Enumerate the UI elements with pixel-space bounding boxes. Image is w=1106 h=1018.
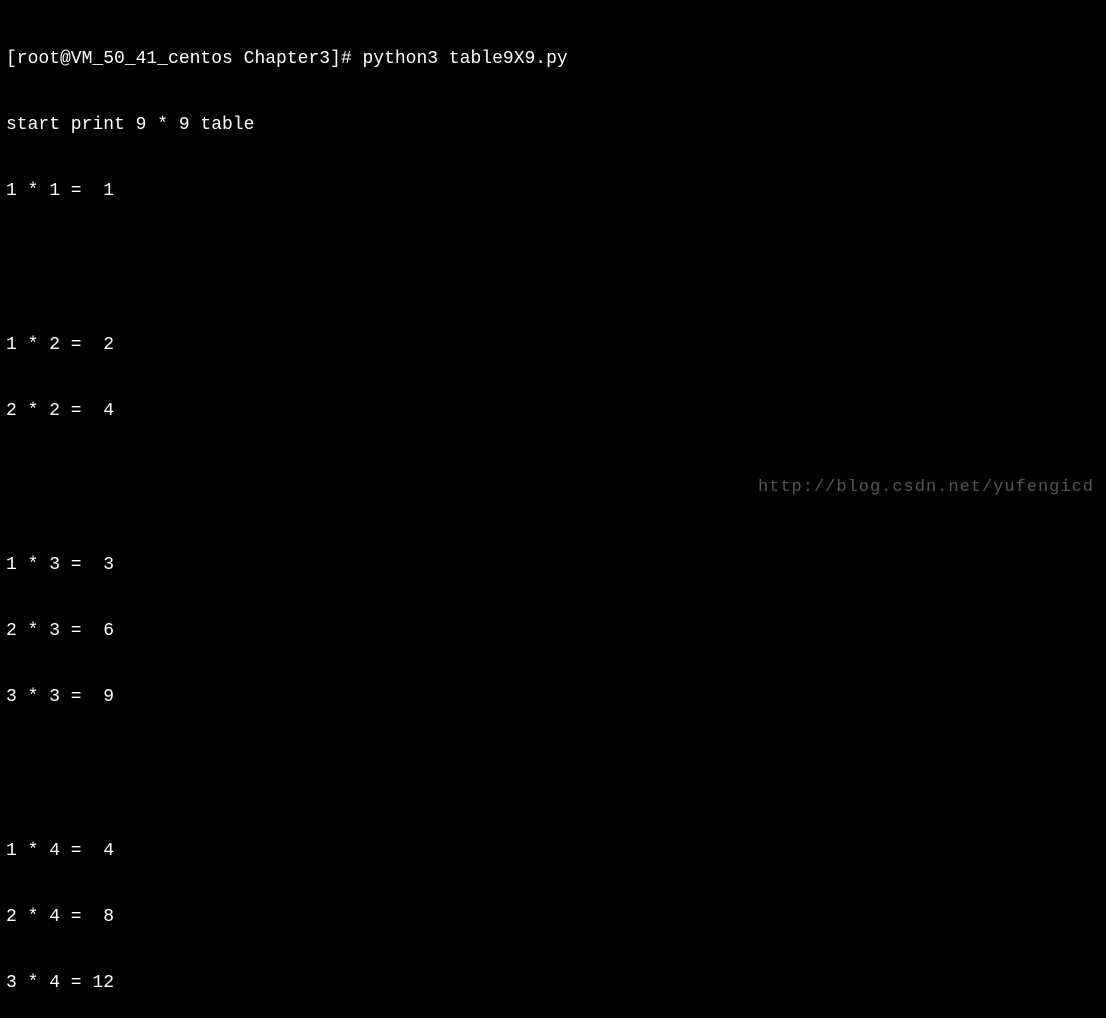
shell-command: python3 table9X9.py bbox=[362, 48, 567, 70]
terminal[interactable]: [root@VM_50_41_centos Chapter3]# python3… bbox=[6, 4, 1100, 1018]
terminal-output-line: 2 * 2 = 4 bbox=[6, 400, 1100, 422]
terminal-output-line: 1 * 2 = 2 bbox=[6, 334, 1100, 356]
shell-prompt: [root@VM_50_41_centos Chapter3]# bbox=[6, 48, 362, 70]
terminal-output-line: 2 * 4 = 8 bbox=[6, 906, 1100, 928]
terminal-output-line: 1 * 1 = 1 bbox=[6, 180, 1100, 202]
prompt-line: [root@VM_50_41_centos Chapter3]# python3… bbox=[6, 48, 1100, 70]
terminal-output-line: 1 * 3 = 3 bbox=[6, 554, 1100, 576]
terminal-output-line: 3 * 4 = 12 bbox=[6, 972, 1100, 994]
terminal-output-line: 1 * 4 = 4 bbox=[6, 840, 1100, 862]
terminal-output-line: 3 * 3 = 9 bbox=[6, 686, 1100, 708]
terminal-output-line: 2 * 3 = 6 bbox=[6, 620, 1100, 642]
terminal-output-line: start print 9 * 9 table bbox=[6, 114, 1100, 136]
watermark-text: http://blog.csdn.net/yufengicd bbox=[758, 477, 1094, 499]
